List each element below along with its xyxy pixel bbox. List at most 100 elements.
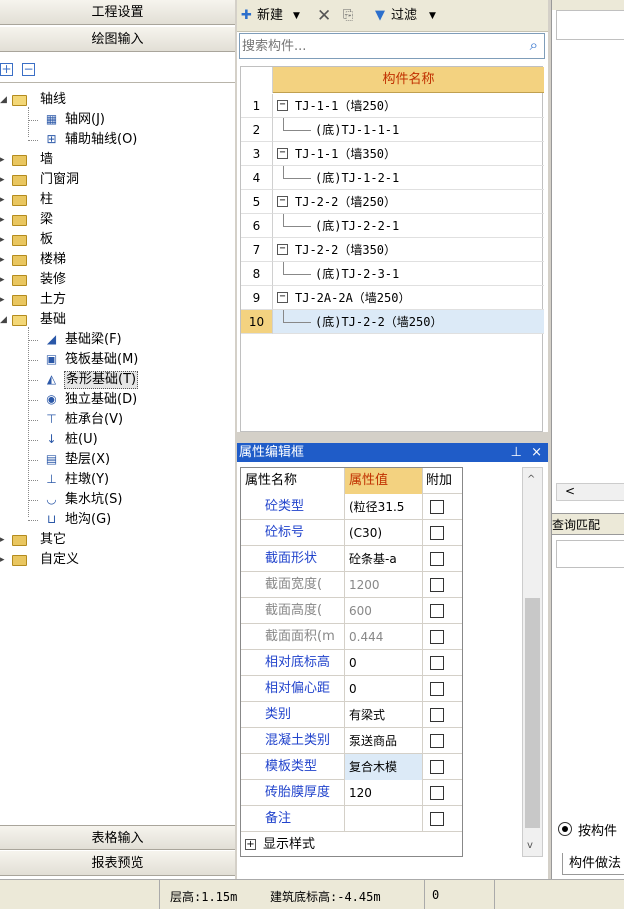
tree-folder-item[interactable]: ▸ 板 [0, 231, 235, 249]
extra-checkbox[interactable] [430, 760, 444, 774]
component-row[interactable]: (底)TJ-1-2-1 [273, 166, 544, 190]
tree-leaf-item[interactable]: ▤ 垫层(X) [0, 451, 235, 469]
tree-leaf-item[interactable]: ◡ 集水坑(S) [0, 491, 235, 509]
extra-checkbox[interactable] [430, 630, 444, 644]
tree-leaf-item[interactable]: ▣ 筏板基础(M) [0, 351, 235, 369]
property-value[interactable]: 120 [345, 780, 423, 806]
collapsed-arrow-icon[interactable]: ▸ [0, 251, 8, 269]
row-number[interactable]: 6 [241, 214, 273, 238]
component-row[interactable]: − TJ-2A-2A（墙250） [273, 286, 544, 310]
property-row[interactable]: 模板类型 复合木模 [241, 754, 462, 780]
copy-icon[interactable]: ⎘ [343, 6, 353, 26]
tree-leaf-item[interactable]: ⊔ 地沟(G) [0, 511, 235, 529]
extra-checkbox[interactable] [430, 656, 444, 670]
extra-checkbox[interactable] [430, 708, 444, 722]
new-button[interactable]: 新建 [257, 6, 283, 26]
property-value[interactable]: 0 [345, 650, 423, 676]
tree-leaf-item[interactable]: ◉ 独立基础(D) [0, 391, 235, 409]
property-row[interactable]: 截面形状 砼条基-a [241, 546, 462, 572]
component-row[interactable]: (底)TJ-2-2（墙250） [273, 310, 544, 334]
component-row[interactable]: − TJ-1-1（墙350） [273, 142, 544, 166]
collapse-toggle-icon[interactable]: − [277, 244, 288, 255]
tree-folder-item[interactable]: ▸ 梁 [0, 211, 235, 229]
radio-by-component[interactable] [558, 822, 572, 836]
tree-folder-item[interactable]: ◢ 轴线 [0, 91, 235, 109]
collapse-toggle-icon[interactable]: − [277, 100, 288, 111]
expand-toggle-icon[interactable]: + [245, 839, 256, 850]
row-number[interactable]: 1 [241, 94, 273, 118]
component-row[interactable]: − TJ-2-2（墙250） [273, 190, 544, 214]
pin-icon[interactable]: ⊥ [511, 443, 522, 462]
delete-icon[interactable]: ✕ [317, 6, 331, 26]
tree-leaf-item[interactable]: ⊤ 桩承台(V) [0, 411, 235, 429]
property-row[interactable]: 砼标号 (C30) [241, 520, 462, 546]
extra-checkbox[interactable] [430, 604, 444, 618]
property-row[interactable]: 相对底标高 0 [241, 650, 462, 676]
row-number[interactable]: 7 [241, 238, 273, 262]
tree-folder-item[interactable]: ▸ 土方 [0, 291, 235, 309]
extra-checkbox[interactable] [430, 578, 444, 592]
tree-leaf-item[interactable]: ◭ 条形基础(T) [0, 371, 235, 389]
extra-checkbox[interactable] [430, 734, 444, 748]
property-value[interactable]: 有梁式 [345, 702, 423, 728]
component-row[interactable]: (底)TJ-2-2-1 [273, 214, 544, 238]
collapsed-arrow-icon[interactable]: ▸ [0, 231, 8, 249]
chevron-down-icon[interactable]: ▼ [293, 6, 300, 26]
property-row[interactable]: 截面宽度(1200 [241, 572, 462, 598]
property-value[interactable]: (粒径31.5 [345, 494, 423, 520]
extra-checkbox[interactable] [430, 812, 444, 826]
chevron-down-icon[interactable]: ▼ [429, 6, 436, 26]
property-row[interactable]: 砼类型 (粒径31.5 [241, 494, 462, 520]
filter-button[interactable]: 过滤 [391, 6, 417, 26]
property-value[interactable]: 0 [345, 676, 423, 702]
extra-checkbox[interactable] [430, 500, 444, 514]
row-number[interactable]: 10 [241, 310, 273, 334]
tree-folder-item[interactable]: ▸ 自定义 [0, 551, 235, 569]
collapsed-arrow-icon[interactable]: ▸ [0, 551, 8, 569]
collapsed-arrow-icon[interactable]: ▸ [0, 271, 8, 289]
tree-folder-item[interactable]: ▸ 墙 [0, 151, 235, 169]
property-row[interactable]: 截面高度(600 [241, 598, 462, 624]
extra-checkbox[interactable] [430, 786, 444, 800]
tree-leaf-item[interactable]: ⊥ 柱墩(Y) [0, 471, 235, 489]
row-number[interactable]: 9 [241, 286, 273, 310]
show-style-row[interactable]: + 显示样式 [241, 832, 462, 858]
property-row[interactable]: 混凝土类别 泵送商品 [241, 728, 462, 754]
column-header-name[interactable]: 构件名称 [273, 67, 544, 93]
tab-project-settings[interactable]: 工程设置 [0, 0, 235, 25]
tree-folder-item[interactable]: ▸ 装修 [0, 271, 235, 289]
tab-report-preview[interactable]: 报表预览 [0, 851, 235, 876]
property-value[interactable]: 泵送商品 [345, 728, 423, 754]
component-row[interactable]: − TJ-2-2（墙350） [273, 238, 544, 262]
tree-folder-item[interactable]: ▸ 柱 [0, 191, 235, 209]
component-row[interactable]: (底)TJ-2-3-1 [273, 262, 544, 286]
component-row[interactable]: − TJ-1-1（墙250） [273, 94, 544, 118]
tree-leaf-item[interactable]: ▦ 轴网(J) [0, 111, 235, 129]
property-value[interactable]: 复合木模 [345, 754, 423, 780]
property-row[interactable]: 相对偏心距 0 [241, 676, 462, 702]
row-number[interactable]: 4 [241, 166, 273, 190]
tab-component-method[interactable]: 构件做法 [562, 853, 624, 875]
expanded-arrow-icon[interactable]: ◢ [0, 91, 8, 109]
collapse-all-icon[interactable]: − [22, 63, 35, 76]
row-number[interactable]: 2 [241, 118, 273, 142]
tab-table-input[interactable]: 表格输入 [0, 825, 235, 850]
tree-leaf-item[interactable]: ⊞ 辅助轴线(O) [0, 131, 235, 149]
collapsed-arrow-icon[interactable]: ▸ [0, 211, 8, 229]
tree-folder-item[interactable]: ▸ 其它 [0, 531, 235, 549]
extra-checkbox[interactable] [430, 682, 444, 696]
property-row[interactable]: 截面面积(m 0.444 [241, 624, 462, 650]
tab-drawing-input[interactable]: 绘图输入 [0, 27, 235, 52]
row-number[interactable]: 5 [241, 190, 273, 214]
collapse-toggle-icon[interactable]: − [277, 292, 288, 303]
close-icon[interactable]: × [531, 443, 542, 462]
property-row[interactable]: 备注 [241, 806, 462, 832]
property-row[interactable]: 砖胎膜厚度 120 [241, 780, 462, 806]
property-value[interactable]: 砼条基-a [345, 546, 423, 572]
collapsed-arrow-icon[interactable]: ▸ [0, 171, 8, 189]
tree-leaf-item[interactable]: ◢ 基础梁(F) [0, 331, 235, 349]
property-scrollbar[interactable]: ^ v [522, 467, 543, 857]
horizontal-scrollbar[interactable]: < [556, 483, 624, 501]
tree-folder-item[interactable]: ◢ 基础 [0, 311, 235, 329]
expand-all-icon[interactable]: + [0, 63, 13, 76]
